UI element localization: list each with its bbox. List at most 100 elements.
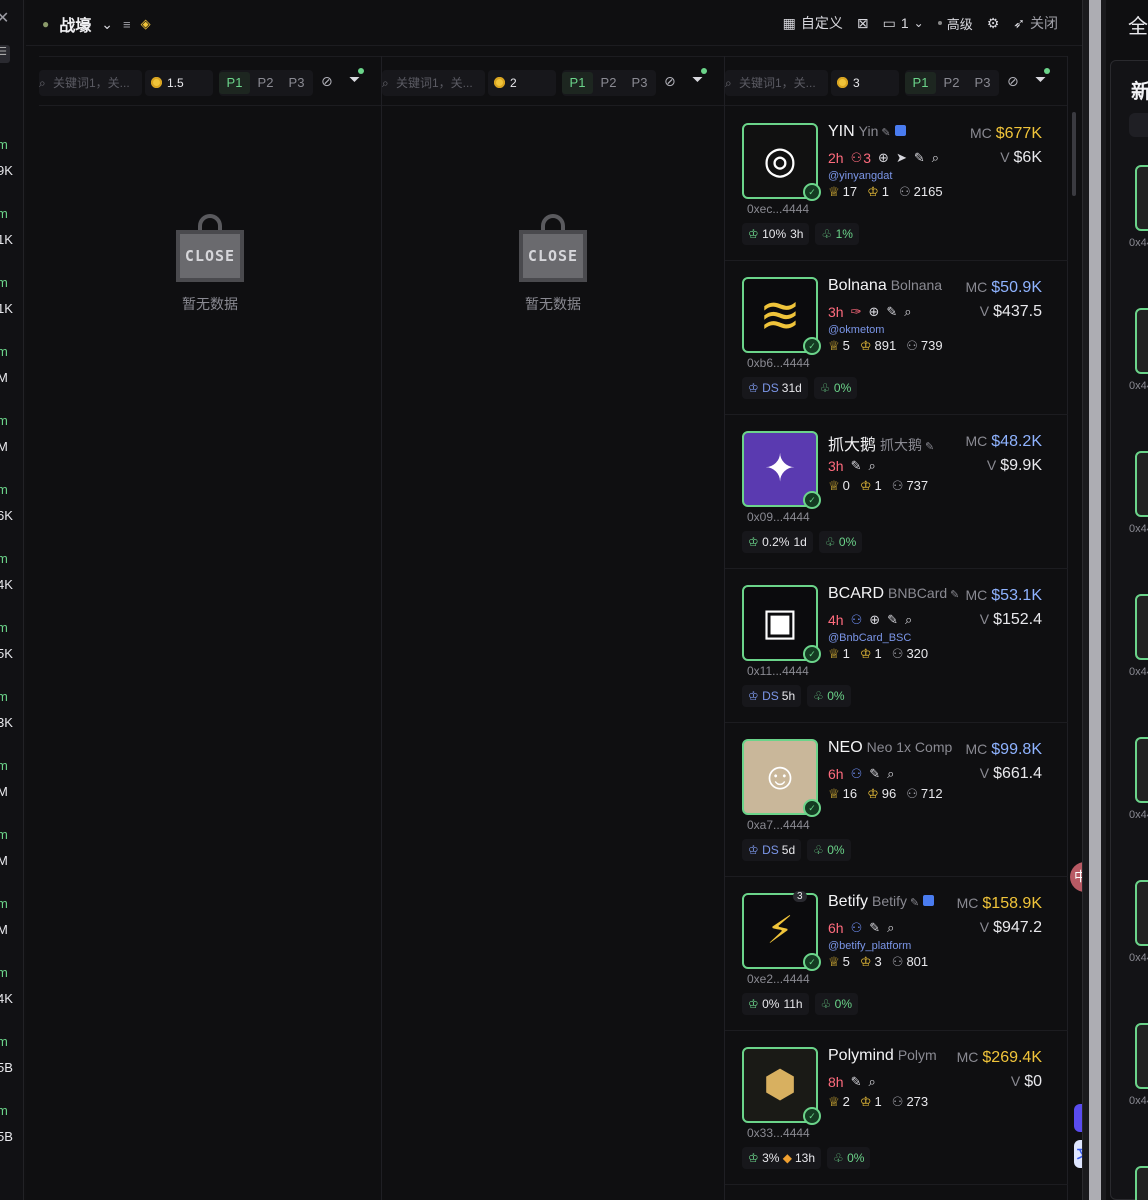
right-token-avatar[interactable] — [1135, 880, 1148, 946]
post-icon[interactable]: ✎ — [869, 766, 880, 782]
bnb-amount-input[interactable]: 1.5 — [145, 70, 213, 96]
token-card[interactable]: ≋ ✓ 0xb6...4444 Bolnana Bolnana 3h ✑ ⊕ ✎ ⌕ @okmeto… — [725, 261, 1068, 415]
mute-icon[interactable]: ⊘ — [321, 73, 333, 90]
scrollbar[interactable] — [1072, 112, 1076, 196]
search-input[interactable]: ⌕ 关键词1，关... — [382, 70, 485, 96]
gear-icon[interactable]: ⚙ — [987, 15, 1000, 32]
close-button[interactable]: ➶ 关闭 — [1013, 13, 1058, 33]
search-icon[interactable]: ⌕ — [904, 304, 911, 320]
user-icon[interactable]: ⚇ — [851, 612, 863, 628]
edit-icon[interactable]: ✎ — [881, 127, 890, 139]
token-address[interactable]: 0x11...4444 — [747, 664, 809, 678]
edit-icon[interactable]: ✎ — [925, 441, 934, 453]
tab-p3[interactable]: P3 — [967, 72, 998, 94]
edit-icon[interactable]: ✎ — [950, 589, 958, 601]
right-token-avatar[interactable] — [1135, 594, 1148, 660]
globe-icon[interactable]: ⊕ — [878, 150, 889, 166]
bnb-amount-input[interactable]: 3 — [831, 70, 899, 96]
mute-icon[interactable]: ⊘ — [1007, 73, 1019, 90]
list-icon[interactable]: ≡ — [123, 17, 131, 32]
globe-icon[interactable]: ⊕ — [868, 304, 879, 320]
search-icon[interactable]: ⌕ — [868, 458, 875, 474]
token-name[interactable]: YIN Yin ✎ — [828, 123, 958, 141]
search-input[interactable]: ⌕ 关键词1，关... — [39, 70, 142, 96]
tab-p1[interactable]: P1 — [905, 72, 936, 94]
right-token-avatar[interactable] — [1135, 1166, 1148, 1200]
tab-p1[interactable]: P1 — [562, 72, 593, 94]
token-name[interactable]: 抓大鹅 抓大鹅 ✎ — [828, 431, 958, 455]
post-icon[interactable]: ✎ — [869, 920, 880, 936]
token-name[interactable]: Polymind Polym — [828, 1047, 958, 1065]
twitter-handle[interactable]: @okmetom — [828, 324, 884, 336]
left-list-item[interactable]: m 6K — [0, 482, 13, 524]
left-list-item[interactable]: m 5B — [0, 1034, 13, 1076]
layout-count-select[interactable]: ▭ 1 ⌄ — [883, 15, 924, 32]
tab-p3[interactable]: P3 — [281, 72, 312, 94]
right-token-avatar[interactable] — [1135, 451, 1148, 517]
mute-icon[interactable]: ⊘ — [664, 73, 676, 90]
token-name[interactable]: Betify Betify ✎ — [828, 893, 958, 911]
token-address[interactable]: 0x33...4444 — [747, 1126, 810, 1140]
sniper-tag[interactable]: ♧ 0% — [807, 839, 851, 861]
tab-p2[interactable]: P2 — [250, 72, 281, 94]
post-icon[interactable]: ✎ — [851, 1074, 862, 1090]
sniper-tag[interactable]: ♧ 0% — [814, 993, 859, 1015]
top10-tag[interactable]: ♔ DS 31d — [742, 377, 808, 399]
top10-tag[interactable]: ♔ 3% ◆ 13h — [742, 1147, 822, 1169]
top10-tag[interactable]: ♔ DS 5h — [742, 685, 802, 707]
left-list-item[interactable]: m 4K — [0, 965, 13, 1007]
menu-icon[interactable]: ☰ — [0, 45, 10, 63]
twitter-handle[interactable]: @yinyangdat — [828, 170, 892, 182]
edit-icon[interactable]: ✎ — [910, 897, 919, 909]
close-icon[interactable]: ✕ — [0, 8, 9, 28]
post-icon[interactable]: ✎ — [914, 150, 925, 166]
left-list-item[interactable]: mM — [0, 758, 8, 800]
top10-tag[interactable]: ♔ 0% 11h — [742, 993, 809, 1015]
search-icon[interactable]: ⌕ — [868, 1074, 875, 1090]
left-list-item[interactable]: m 5B — [0, 1103, 13, 1145]
token-address[interactable]: 0x09...4444 — [747, 510, 810, 524]
left-list-item[interactable]: m 1K — [0, 275, 13, 317]
tab-p2[interactable]: P2 — [593, 72, 624, 94]
left-list-item[interactable]: mM — [0, 413, 8, 455]
filter-icon[interactable]: ⏷ — [349, 68, 365, 88]
globe-icon[interactable]: ⊕ — [869, 612, 880, 628]
token-card[interactable]: ◎ ✓ 0xec...4444 YIN Yin ✎ 2h ⚇ 3 ⊕ ➤ ✎ ⌕ @yinyangdat ♕… — [725, 107, 1068, 261]
search-icon[interactable]: ⌕ — [887, 920, 894, 936]
left-list-item[interactable]: m 4K — [0, 551, 13, 593]
token-address[interactable]: 0xb6...4444 — [747, 356, 810, 370]
sniper-tag[interactable]: ♧ 0% — [818, 531, 863, 553]
search-icon[interactable]: ⌕ — [887, 766, 894, 782]
token-card[interactable]: ▣ ✓ 0x11...4444 BCARD BNBCard ✎ 4h ⚇ ⊕ ✎ ⌕ @BnbCard… — [725, 569, 1068, 723]
tab-p1[interactable]: P1 — [219, 72, 250, 94]
twitter-handle[interactable]: @betify_platform — [828, 940, 911, 952]
tab-p2[interactable]: P2 — [936, 72, 967, 94]
post-icon[interactable]: ✎ — [886, 304, 897, 320]
twitter-handle[interactable]: @BnbCard_BSC — [828, 632, 911, 644]
sniper-tag[interactable]: ♧ 0% — [813, 377, 858, 399]
right-token-avatar[interactable] — [1135, 165, 1148, 231]
left-list-item[interactable]: mM — [0, 896, 8, 938]
token-name[interactable]: Bolnana Bolnana — [828, 277, 958, 295]
search-icon[interactable]: ⌕ — [905, 612, 912, 628]
customize-button[interactable]: ▦ 自定义 — [783, 13, 843, 33]
right-token-avatar[interactable] — [1135, 308, 1148, 374]
bookmark-x-icon[interactable]: ⊠ — [857, 15, 869, 32]
advanced-toggle[interactable]: 高级 — [937, 14, 973, 33]
top10-tag[interactable]: ♔ 0.2% 1d — [742, 531, 813, 553]
filter-icon[interactable]: ⏷ — [1035, 68, 1051, 88]
token-address[interactable]: 0xe2...4444 — [747, 972, 810, 986]
community-icon[interactable]: ⚇ — [851, 766, 863, 782]
bnb-amount-input[interactable]: 2 — [488, 70, 556, 96]
search-icon[interactable]: ⌕ — [932, 150, 939, 166]
post-icon[interactable]: ✎ — [887, 612, 898, 628]
search-input[interactable]: ⌕ 关键词1，关... — [725, 70, 828, 96]
left-list-item[interactable]: m 3K — [0, 689, 13, 731]
post-icon[interactable]: ✎ — [851, 458, 862, 474]
left-list-item[interactable]: m 5K — [0, 620, 13, 662]
filter-pill[interactable] — [1129, 113, 1148, 137]
sniper-tag[interactable]: ♧ 0% — [827, 1147, 871, 1169]
token-card[interactable]: ☺ ✓ 0xa7...4444 NEO Neo 1x Comp 6h ⚇ ✎ ⌕ ♕ 16 ♔ 96 ⚇ 7… — [725, 723, 1068, 877]
left-list-item[interactable]: mM — [0, 344, 8, 386]
token-name[interactable]: NEO Neo 1x Comp — [828, 739, 958, 757]
